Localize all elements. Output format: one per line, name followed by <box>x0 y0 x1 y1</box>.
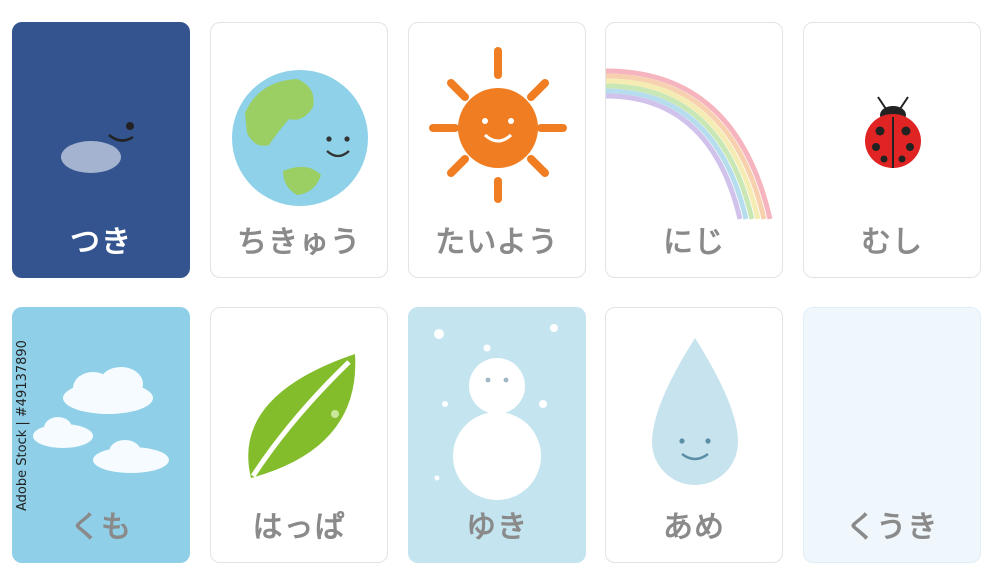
card-earth[interactable]: ちきゅう <box>210 22 388 278</box>
card-label: ゆき <box>466 510 528 545</box>
card-snow[interactable]: ゆき <box>408 307 586 563</box>
card-label: くうき <box>845 510 939 545</box>
card-label: くも <box>70 510 132 545</box>
card-leaf[interactable]: はっぱ <box>210 307 388 563</box>
raindrop-icon <box>652 338 738 485</box>
card-insect[interactable]: むし <box>803 22 981 278</box>
card-label: ちきゅう <box>237 225 361 260</box>
earth-icon <box>232 70 368 206</box>
card-label: にじ <box>663 225 725 260</box>
card-air[interactable]: くうき <box>803 307 981 563</box>
snowman-icon <box>434 324 558 500</box>
card-moon[interactable]: つき <box>12 22 190 278</box>
leaf-icon <box>248 354 356 478</box>
card-label: つき <box>70 225 132 260</box>
sun-icon <box>429 47 567 203</box>
card-rain[interactable]: あめ <box>605 307 783 563</box>
card-label: むし <box>861 225 923 260</box>
stock-watermark: Adobe Stock | #49137890 <box>15 340 30 511</box>
card-rainbow[interactable]: にじ <box>605 22 783 278</box>
rainbow-icon <box>606 68 773 220</box>
moon-icon <box>61 63 149 191</box>
ladybug-icon <box>865 96 921 168</box>
card-cloud[interactable]: くも <box>12 307 190 563</box>
card-label: たいよう <box>435 225 559 260</box>
card-sun[interactable]: たいよう <box>408 22 586 278</box>
card-label: はっぱ <box>252 510 346 545</box>
cloud-icon <box>33 367 169 473</box>
card-label: あめ <box>663 510 725 545</box>
